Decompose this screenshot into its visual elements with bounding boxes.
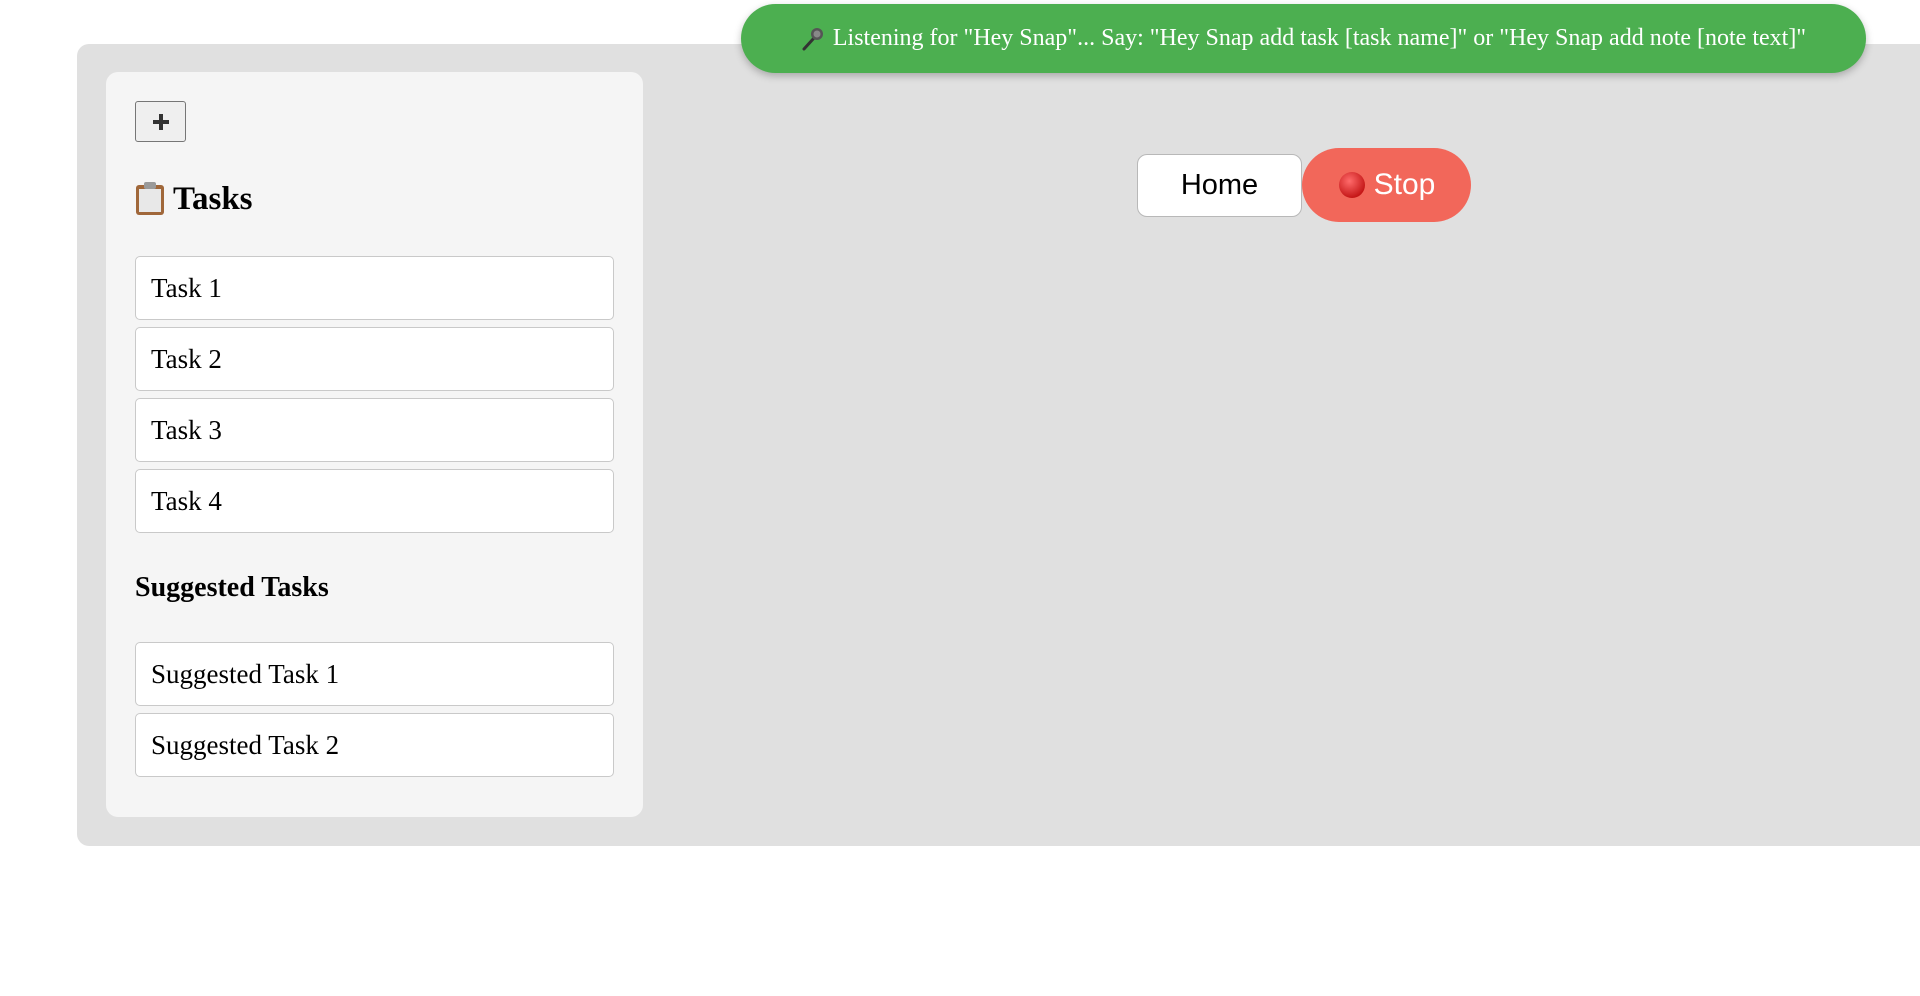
- suggested-task-list: Suggested Task 1 Suggested Task 2: [135, 642, 614, 777]
- task-item[interactable]: Task 2: [135, 327, 614, 391]
- sidebar: Tasks Task 1 Task 2 Task 3 Task 4 Sugges…: [106, 72, 643, 817]
- stop-label: Stop: [1373, 168, 1436, 201]
- listening-toast: Listening for "Hey Snap"... Say: "Hey Sn…: [741, 4, 1866, 73]
- home-button[interactable]: Home: [1137, 153, 1302, 217]
- plus-icon: [152, 113, 169, 130]
- task-item[interactable]: Task 4: [135, 469, 614, 533]
- tasks-heading: Tasks: [135, 178, 614, 220]
- red-circle-icon: [1338, 171, 1366, 199]
- microphone-icon: [801, 26, 825, 52]
- task-item[interactable]: Task 3: [135, 398, 614, 462]
- controls: Home Stop: [1137, 148, 1471, 222]
- task-item[interactable]: Task 1: [135, 256, 614, 320]
- stop-button[interactable]: Stop: [1302, 148, 1471, 222]
- suggested-task-item[interactable]: Suggested Task 1: [135, 642, 614, 706]
- task-list: Task 1 Task 2 Task 3 Task 4: [135, 256, 614, 533]
- suggested-tasks-heading: Suggested Tasks: [135, 572, 329, 603]
- tasks-title: Tasks: [173, 180, 253, 217]
- clipboard-icon: [135, 182, 165, 216]
- toast-text: Listening for "Hey Snap"... Say: "Hey Sn…: [832, 25, 1807, 51]
- suggested-task-item[interactable]: Suggested Task 2: [135, 713, 614, 777]
- add-task-button[interactable]: [135, 101, 186, 142]
